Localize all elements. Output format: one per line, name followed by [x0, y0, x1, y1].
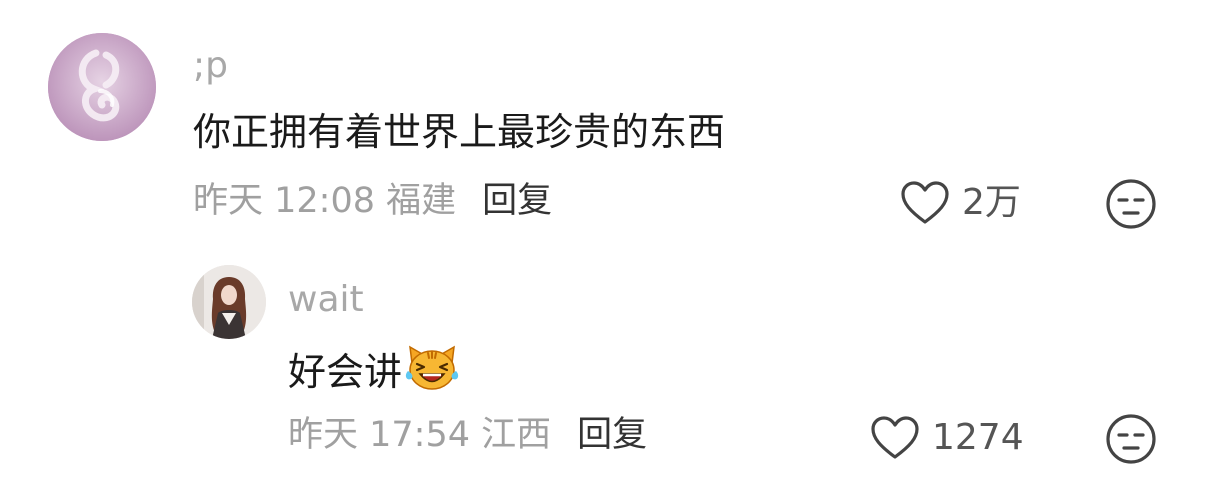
dislike-button[interactable]	[1105, 178, 1157, 234]
comment-time-location: 昨天 12:08 福建	[193, 181, 457, 221]
avatar[interactable]	[192, 265, 266, 339]
comment-text-content: 好会讲	[288, 350, 403, 394]
like-button[interactable]: 2万	[900, 178, 1021, 228]
comment-text: 你正拥有着世界上最珍贵的东西	[193, 110, 726, 154]
girl-photo-avatar-icon	[192, 265, 266, 339]
comment-text: 好会讲	[288, 345, 460, 397]
comment-username[interactable]: ;p	[193, 48, 228, 84]
reply-item: wait 好会讲 昨天 17:54 江西 回复 1274	[0, 250, 1206, 494]
heart-icon	[871, 416, 919, 459]
reply-button[interactable]: 回复	[577, 415, 647, 455]
comment-item: ;p 你正拥有着世界上最珍贵的东西 昨天 12:08 福建 回复 2万	[0, 0, 1206, 250]
feather-swirl-avatar-icon	[48, 33, 156, 141]
like-count: 1274	[932, 417, 1024, 458]
unamused-face-icon	[1106, 179, 1156, 229]
dislike-button[interactable]	[1105, 413, 1157, 469]
comment-username[interactable]: wait	[288, 282, 364, 318]
avatar[interactable]	[48, 33, 156, 141]
comment-meta: 昨天 17:54 江西 回复	[288, 418, 647, 453]
comment-time-location: 昨天 17:54 江西	[288, 415, 552, 455]
like-button[interactable]: 1274	[870, 413, 1024, 463]
unamused-face-icon	[1106, 414, 1156, 464]
reply-button[interactable]: 回复	[482, 181, 552, 221]
comment-meta: 昨天 12:08 福建 回复	[193, 184, 552, 219]
like-count: 2万	[962, 182, 1021, 223]
crying-laughing-cat-emoji-icon	[404, 345, 460, 397]
heart-icon	[901, 181, 949, 224]
